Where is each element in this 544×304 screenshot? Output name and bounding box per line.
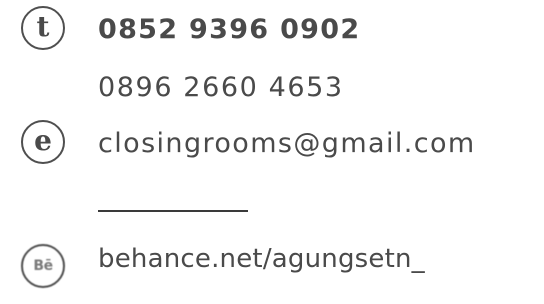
behance-icon: Bē (21, 244, 65, 288)
email-icon-glyph: e (34, 123, 52, 157)
email-link[interactable]: closingrooms@gmail.com (98, 128, 476, 159)
telephone-icon: t (21, 6, 65, 50)
email-icon: e (21, 120, 65, 164)
telephone-icon-glyph: t (36, 10, 50, 43)
phone-primary[interactable]: 0852 9396 0902 (98, 14, 360, 45)
behance-link[interactable]: behance.net/agungsetn_ (98, 244, 425, 274)
phone-secondary[interactable]: 0896 2660 4653 (98, 72, 344, 103)
behance-icon-glyph: Bē (33, 258, 53, 274)
divider (98, 210, 248, 212)
